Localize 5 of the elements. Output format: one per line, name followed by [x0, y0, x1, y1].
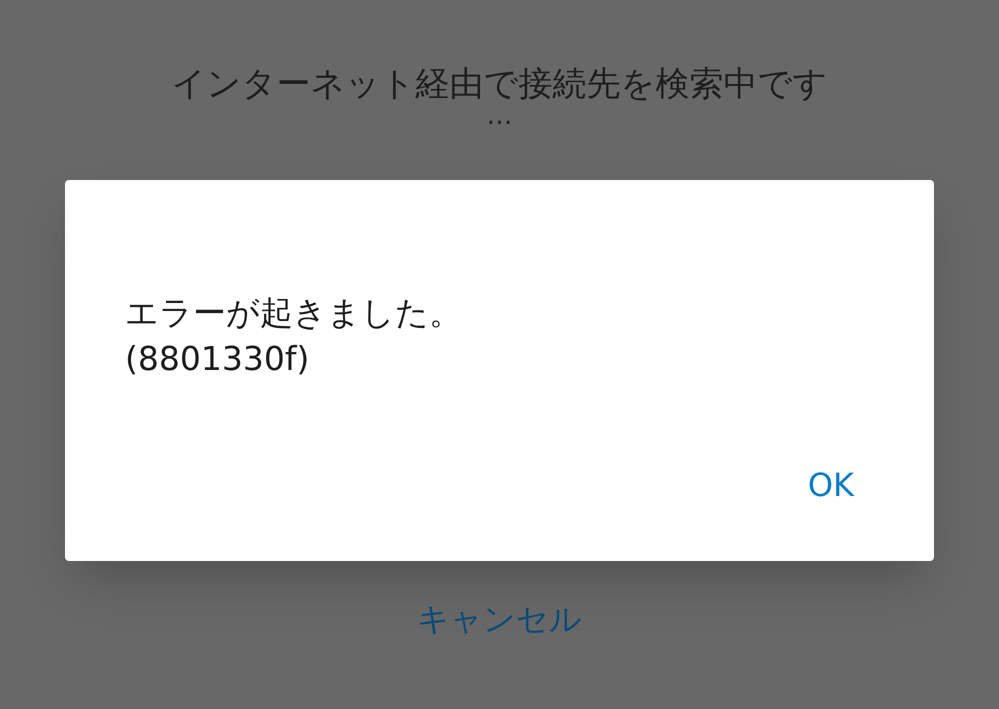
error-message: エラーが起きました。	[125, 292, 463, 334]
error-code: (8801330f)	[125, 338, 310, 380]
ellipsis-text: …	[486, 106, 512, 126]
ok-button[interactable]: OK	[800, 461, 862, 509]
status-title: インターネット経由で接続先を検索中です	[172, 63, 828, 106]
